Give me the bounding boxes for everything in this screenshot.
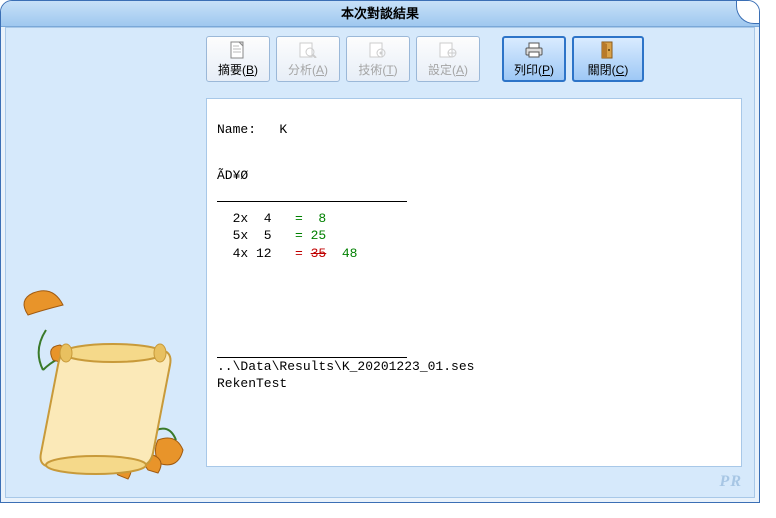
divider-line [217, 201, 407, 202]
footer-path: ..\Data\Results\K_20201223_01.ses [217, 358, 731, 376]
tech-label: 技術(T) [358, 61, 397, 78]
result-row: 4x 12 = 35 48 [217, 245, 731, 263]
tech-button: 技術(T) [346, 36, 410, 82]
summary-button[interactable]: 摘要(B) [206, 36, 270, 82]
close-label: 關閉(C) [588, 61, 629, 78]
analysis-label: 分析(A) [288, 61, 328, 78]
result-row: 2x 4 = 8 [217, 210, 731, 228]
door-icon [598, 41, 618, 59]
report-scroll[interactable]: Name: K ÃD¥Ø 2x 4 = 8 5x 5 = 25 4x 12 = … [207, 99, 741, 466]
result-row: 5x 5 = 25 [217, 227, 731, 245]
section-header: ÃD¥Ø [217, 167, 731, 185]
brand-mark: PR [720, 473, 742, 491]
analysis-icon [298, 41, 318, 59]
close-button[interactable]: 關閉(C) [572, 36, 644, 82]
print-button[interactable]: 列印(P) [502, 36, 566, 82]
footer-app: RekenTest [217, 375, 731, 393]
analysis-button: 分析(A) [276, 36, 340, 82]
print-label: 列印(P) [514, 61, 554, 78]
settings-icon [438, 41, 458, 59]
report-panel: Name: K ÃD¥Ø 2x 4 = 8 5x 5 = 25 4x 12 = … [206, 98, 742, 467]
toolbar: 摘要(B) 分析(A) 技術(T) [206, 36, 744, 90]
settings-label: 設定(A) [428, 61, 468, 78]
window-title: 本次對談結果 [341, 6, 419, 21]
document-icon [228, 41, 248, 59]
scroll-decoration-icon [8, 275, 203, 495]
client-area: 摘要(B) 分析(A) 技術(T) [5, 27, 755, 498]
printer-icon [524, 41, 544, 59]
name-row: Name: K [217, 121, 731, 139]
tech-icon [368, 41, 388, 59]
settings-button: 設定(A) [416, 36, 480, 82]
summary-label: 摘要(B) [218, 61, 258, 78]
titlebar: 本次對談結果 [1, 1, 759, 27]
dialog-window: 本次對談結果 摘要(B) 分析(A) [0, 0, 760, 503]
